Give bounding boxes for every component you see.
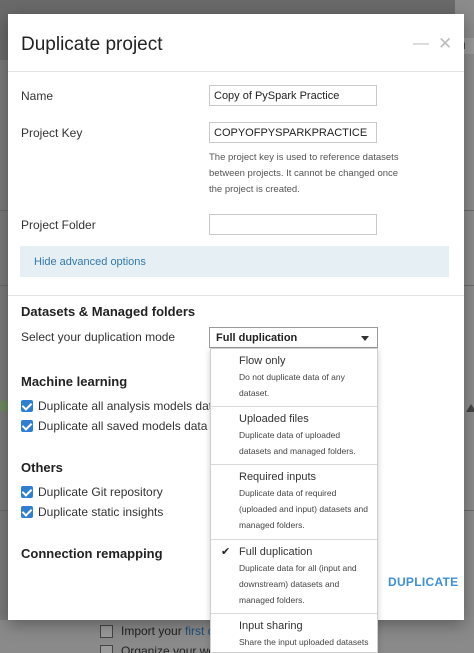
checkbox-checked-icon[interactable] [21, 506, 33, 518]
dropdown-option-full-duplication[interactable]: ✔ Full duplication Duplicate data for al… [211, 540, 377, 614]
close-icon[interactable]: ✕ [438, 34, 452, 54]
checkbox-checked-icon[interactable] [21, 420, 33, 432]
background-checkbox [100, 644, 113, 653]
background-status-icon [0, 400, 8, 412]
checkbox-label: Duplicate all analysis models data [38, 399, 219, 413]
checkbox-label: Duplicate Git repository [38, 485, 163, 499]
background-checklist-item: Import your first d [100, 624, 214, 638]
background-item-text: Organize your wo [121, 644, 216, 653]
dialog-header: Duplicate project — ✕ [8, 14, 464, 72]
option-description: Duplicate data for all (input and downst… [239, 563, 357, 605]
option-description: Duplicate data of required (uploaded and… [239, 488, 369, 530]
option-description: Share the input uploaded datasets [239, 637, 369, 647]
project-key-help: The project key is used to reference dat… [209, 152, 399, 195]
checkbox-checked-icon[interactable] [21, 400, 33, 412]
caret-down-icon [361, 336, 369, 341]
checkbox-label: Duplicate static insights [38, 505, 164, 519]
advanced-options-bar: Hide advanced options [20, 246, 449, 277]
section-divider [8, 295, 464, 296]
duplication-mode-select[interactable]: Full duplication [209, 327, 378, 348]
project-key-label: Project Key [21, 126, 83, 140]
background-checklist-item: Organize your wo [100, 644, 215, 653]
option-title: Input sharing [239, 620, 303, 632]
checkbox-label: Duplicate all saved models data [38, 419, 208, 433]
duplicate-static-insights-checkbox[interactable]: Duplicate static insights [21, 505, 163, 519]
project-folder-input[interactable] [209, 214, 377, 235]
background-item-text: Import your [121, 624, 186, 638]
dialog-title: Duplicate project [21, 34, 163, 55]
dropdown-option-input-sharing[interactable]: Input sharing Share the input uploaded d… [211, 614, 377, 652]
duplicate-analysis-models-checkbox[interactable]: Duplicate all analysis models data [21, 399, 219, 413]
dropdown-option-uploaded-files[interactable]: Uploaded files Duplicate data of uploade… [211, 407, 377, 465]
name-input[interactable] [209, 85, 377, 106]
dropdown-option-required-inputs[interactable]: Required inputs Duplicate data of requir… [211, 465, 377, 540]
check-icon: ✔ [221, 546, 231, 558]
datasets-section-title: Datasets & Managed folders [21, 304, 196, 319]
background-checkbox [100, 624, 113, 638]
connection-remapping-section-title: Connection remapping [21, 546, 163, 561]
option-title: Uploaded files [239, 413, 309, 425]
dropdown-option-flow-only[interactable]: Flow only Do not duplicate data of any d… [211, 349, 377, 407]
duplicate-button[interactable]: DUPLICATE [388, 575, 458, 589]
others-section-title: Others [21, 460, 63, 475]
option-title: Full duplication [239, 546, 313, 558]
machine-learning-section-title: Machine learning [21, 374, 128, 389]
name-label: Name [21, 89, 54, 103]
hide-advanced-options-link[interactable]: Hide advanced options [34, 256, 146, 268]
option-title: Required inputs [239, 471, 317, 483]
duplicate-git-repository-checkbox[interactable]: Duplicate Git repository [21, 485, 163, 499]
minus-icon[interactable]: — [413, 35, 429, 53]
option-description: Duplicate data of uploaded datasets and … [239, 430, 356, 456]
background-arrow-icon [466, 404, 474, 412]
project-key-input[interactable] [209, 122, 377, 143]
option-title: Flow only [239, 355, 286, 367]
duplication-mode-value: Full duplication [216, 332, 298, 344]
checkbox-checked-icon[interactable] [21, 486, 33, 498]
option-description: Do not duplicate data of any dataset. [239, 372, 345, 398]
duplicate-saved-models-checkbox[interactable]: Duplicate all saved models data [21, 419, 207, 433]
project-folder-label: Project Folder [21, 218, 96, 232]
duplication-mode-dropdown: Flow only Do not duplicate data of any d… [210, 348, 378, 653]
duplication-mode-label: Select your duplication mode [21, 330, 176, 344]
